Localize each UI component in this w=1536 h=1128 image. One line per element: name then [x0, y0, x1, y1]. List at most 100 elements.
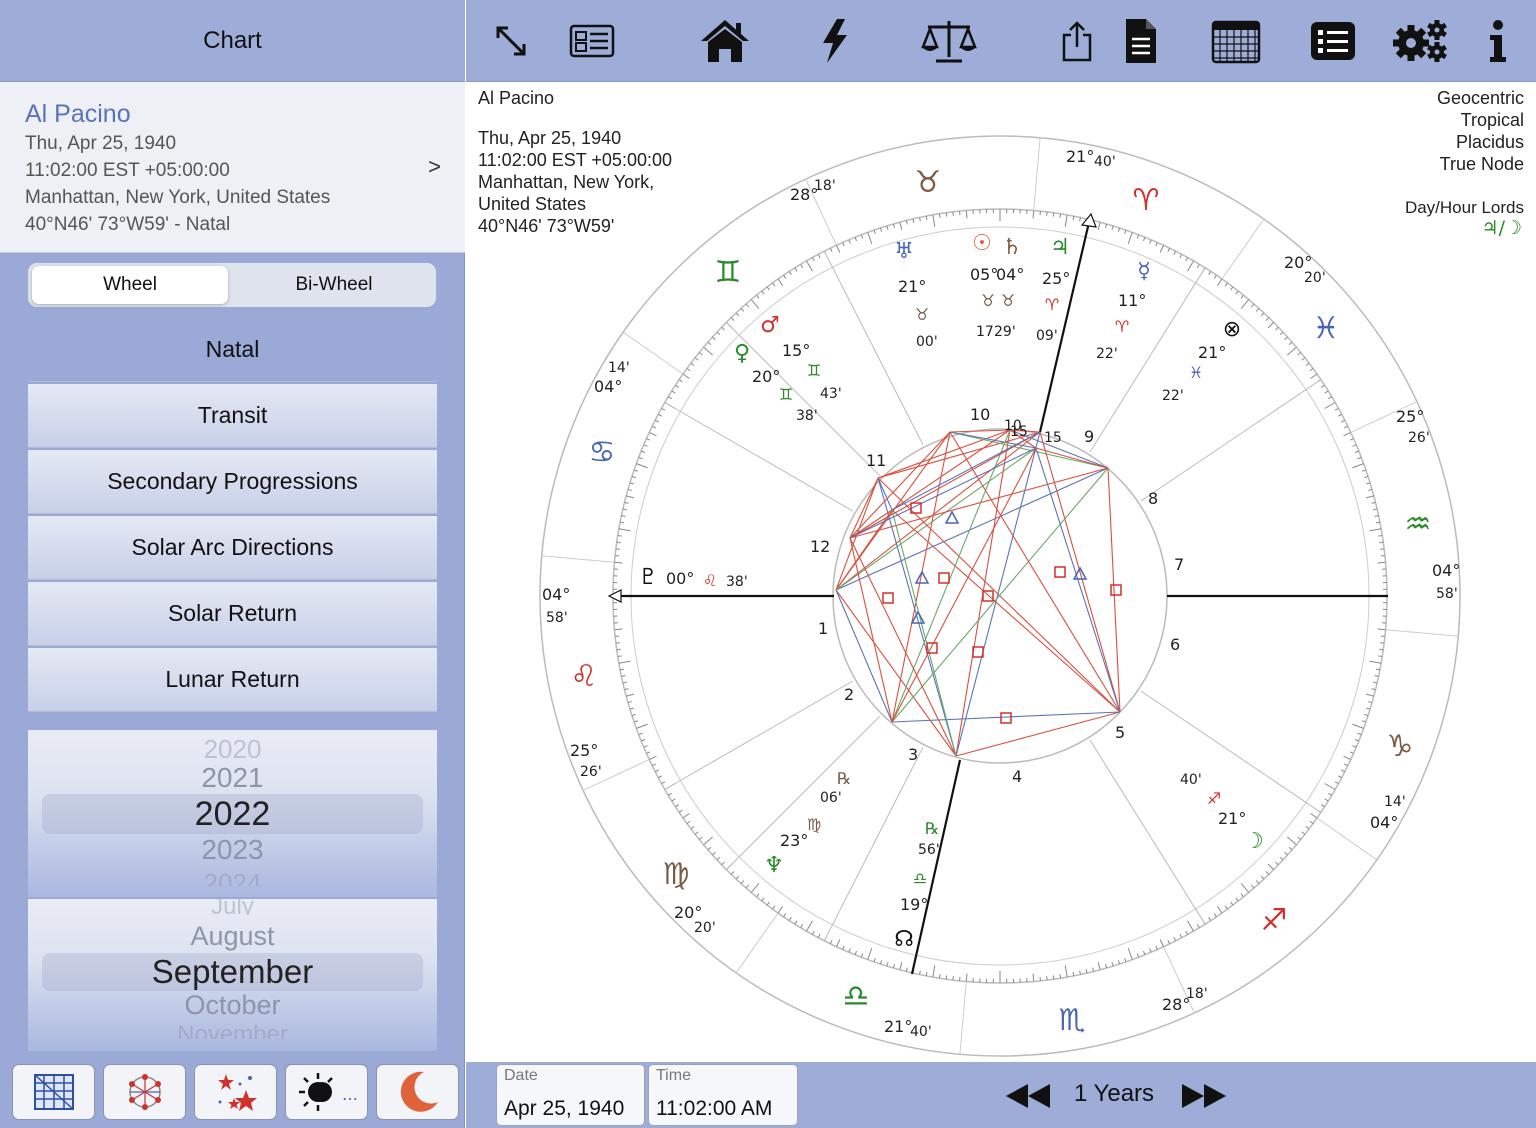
degree-tick: [886, 225, 889, 230]
degree-tick: [633, 469, 639, 472]
aspect-web-icon[interactable]: [103, 1064, 186, 1120]
degree-tick: [1111, 962, 1114, 967]
degree-tick: [829, 247, 833, 252]
chart-type-secondary-progressions[interactable]: Secondary Progressions: [28, 450, 437, 514]
segment-bi-wheel[interactable]: Bi-Wheel: [236, 266, 432, 304]
aspect-line: [1035, 447, 1121, 713]
date-value[interactable]: Apr 25, 1940: [504, 1097, 624, 1121]
sagittarius-sign: ♐: [1261, 903, 1288, 938]
house-number-8: 8: [1148, 489, 1158, 508]
list-icon[interactable]: [1301, 10, 1365, 72]
year-picker[interactable]: 2020 2021 2022 2023 2024: [28, 730, 437, 897]
expand-icon[interactable]: [479, 10, 543, 72]
degree-tick: [675, 384, 680, 388]
cusp-mc-deg: 21°: [1066, 147, 1094, 166]
cusp-2-deg: 25°: [570, 741, 598, 760]
virgo-sign: ♍: [663, 857, 690, 892]
stars-icon[interactable]: [194, 1064, 277, 1120]
info-icon[interactable]: [1465, 10, 1529, 72]
cusp-5-min: 18': [1186, 986, 1208, 1002]
document-icon[interactable]: [1109, 10, 1173, 72]
chart-type-lunar-return[interactable]: Lunar Return: [28, 648, 437, 712]
degree-tick: [1337, 413, 1342, 417]
degree-tick: [905, 220, 908, 225]
degree-tick: [1155, 945, 1158, 950]
moon-glyph: ☽: [1244, 829, 1264, 854]
rewind-button[interactable]: [1004, 1082, 1052, 1110]
degree-tick: [886, 962, 889, 967]
degree-tick: [614, 561, 623, 564]
degree-tick: [750, 882, 760, 893]
id-card-icon[interactable]: [560, 10, 624, 72]
month-option[interactable]: November: [28, 1021, 437, 1039]
home-icon[interactable]: [693, 10, 757, 72]
grid-icon[interactable]: [12, 1064, 95, 1120]
calendar-grid-icon[interactable]: [1204, 10, 1268, 72]
degree-tick: [761, 290, 765, 295]
ic-axis: [910, 759, 962, 975]
degree-tick: [703, 836, 714, 846]
degree-tick: [1354, 450, 1360, 453]
chart-type-transit[interactable]: Transit: [28, 384, 437, 448]
aspect-line: [849, 537, 957, 757]
segment-wheel[interactable]: Wheel: [32, 266, 228, 304]
fast-forward-button[interactable]: [1180, 1082, 1228, 1110]
year-option[interactable]: 2023: [28, 834, 437, 866]
degree-tick: [703, 346, 714, 356]
person-card[interactable]: Al Pacino Thu, Apr 25, 1940 11:02:00 EST…: [0, 82, 465, 253]
saturn-min: 29': [994, 324, 1016, 340]
cusp-12-deg: 04°: [594, 377, 622, 396]
aries-sign: ♈: [1133, 183, 1160, 218]
degree-tick: [686, 820, 691, 824]
natal-chart-wheel[interactable]: ♉ ♈ ♓ ♒ ♑ ♐ ♏ ♎ ♍ ♌ ♋ ♊ ♅ ☉ ♄ ♃ ☿ ⊗ ♂ ♀ …: [466, 82, 1536, 1062]
degree-tick: [690, 362, 695, 366]
degree-tick: [817, 933, 821, 938]
month-picker[interactable]: July August September October November: [28, 899, 437, 1051]
chart-type-solar-arc[interactable]: Solar Arc Directions: [28, 516, 437, 580]
degree-tick: [678, 809, 683, 813]
scales-icon[interactable]: [917, 10, 981, 72]
saturn-sign-glyph: ♉: [1001, 291, 1015, 310]
degree-tick: [661, 407, 666, 411]
degree-tick: [1368, 701, 1373, 704]
jupiter-deg: 25°: [1042, 269, 1070, 288]
person-coords: 40°N46' 73°W59' - Natal: [25, 214, 231, 235]
degree-tick: [1260, 875, 1265, 880]
house-cusp-line: [664, 680, 854, 790]
degree-tick: [1364, 475, 1369, 479]
app-window: Chart Al Pacino Thu, Apr 25, 1940 11:02:…: [0, 0, 1536, 1128]
degree-tick: [1187, 260, 1194, 272]
gears-icon[interactable]: [1389, 10, 1453, 72]
degree-tick: [1309, 368, 1314, 372]
degree-tick: [905, 967, 908, 972]
degree-tick: [682, 373, 690, 380]
time-field[interactable]: Time 11:02:00 AM: [648, 1064, 798, 1126]
month-option[interactable]: July: [28, 899, 437, 915]
degree-tick: [617, 655, 622, 658]
year-option[interactable]: 2021: [28, 762, 437, 794]
month-option[interactable]: August: [28, 921, 437, 952]
time-value[interactable]: 11:02:00 AM: [656, 1097, 772, 1121]
share-icon[interactable]: [1045, 10, 1109, 72]
chart-type-natal[interactable]: Natal: [28, 318, 437, 382]
cancer-sign: ♋: [589, 435, 616, 470]
month-selected[interactable]: September: [28, 953, 437, 991]
chevron-right-icon[interactable]: >: [428, 154, 441, 180]
moon-icon[interactable]: [376, 1064, 459, 1120]
degree-tick: [1368, 488, 1373, 491]
degree-tick: [1284, 851, 1288, 856]
eclipse-icon[interactable]: …: [285, 1064, 368, 1120]
month-option[interactable]: October: [28, 990, 437, 1021]
degree-tick: [1288, 341, 1293, 346]
year-selected[interactable]: 2022: [28, 795, 437, 834]
degree-tick: [806, 260, 813, 272]
chart-type-solar-return[interactable]: Solar Return: [28, 582, 437, 646]
date-field[interactable]: Date Apr 25, 1940: [496, 1064, 645, 1126]
year-option[interactable]: 2020: [28, 734, 437, 758]
degree-tick: [1377, 628, 1386, 631]
lightning-icon[interactable]: [803, 10, 867, 72]
degree-tick: [658, 413, 663, 417]
degree-tick: [1324, 390, 1329, 394]
year-option[interactable]: 2024: [28, 868, 437, 886]
degree-tick: [1032, 973, 1035, 982]
